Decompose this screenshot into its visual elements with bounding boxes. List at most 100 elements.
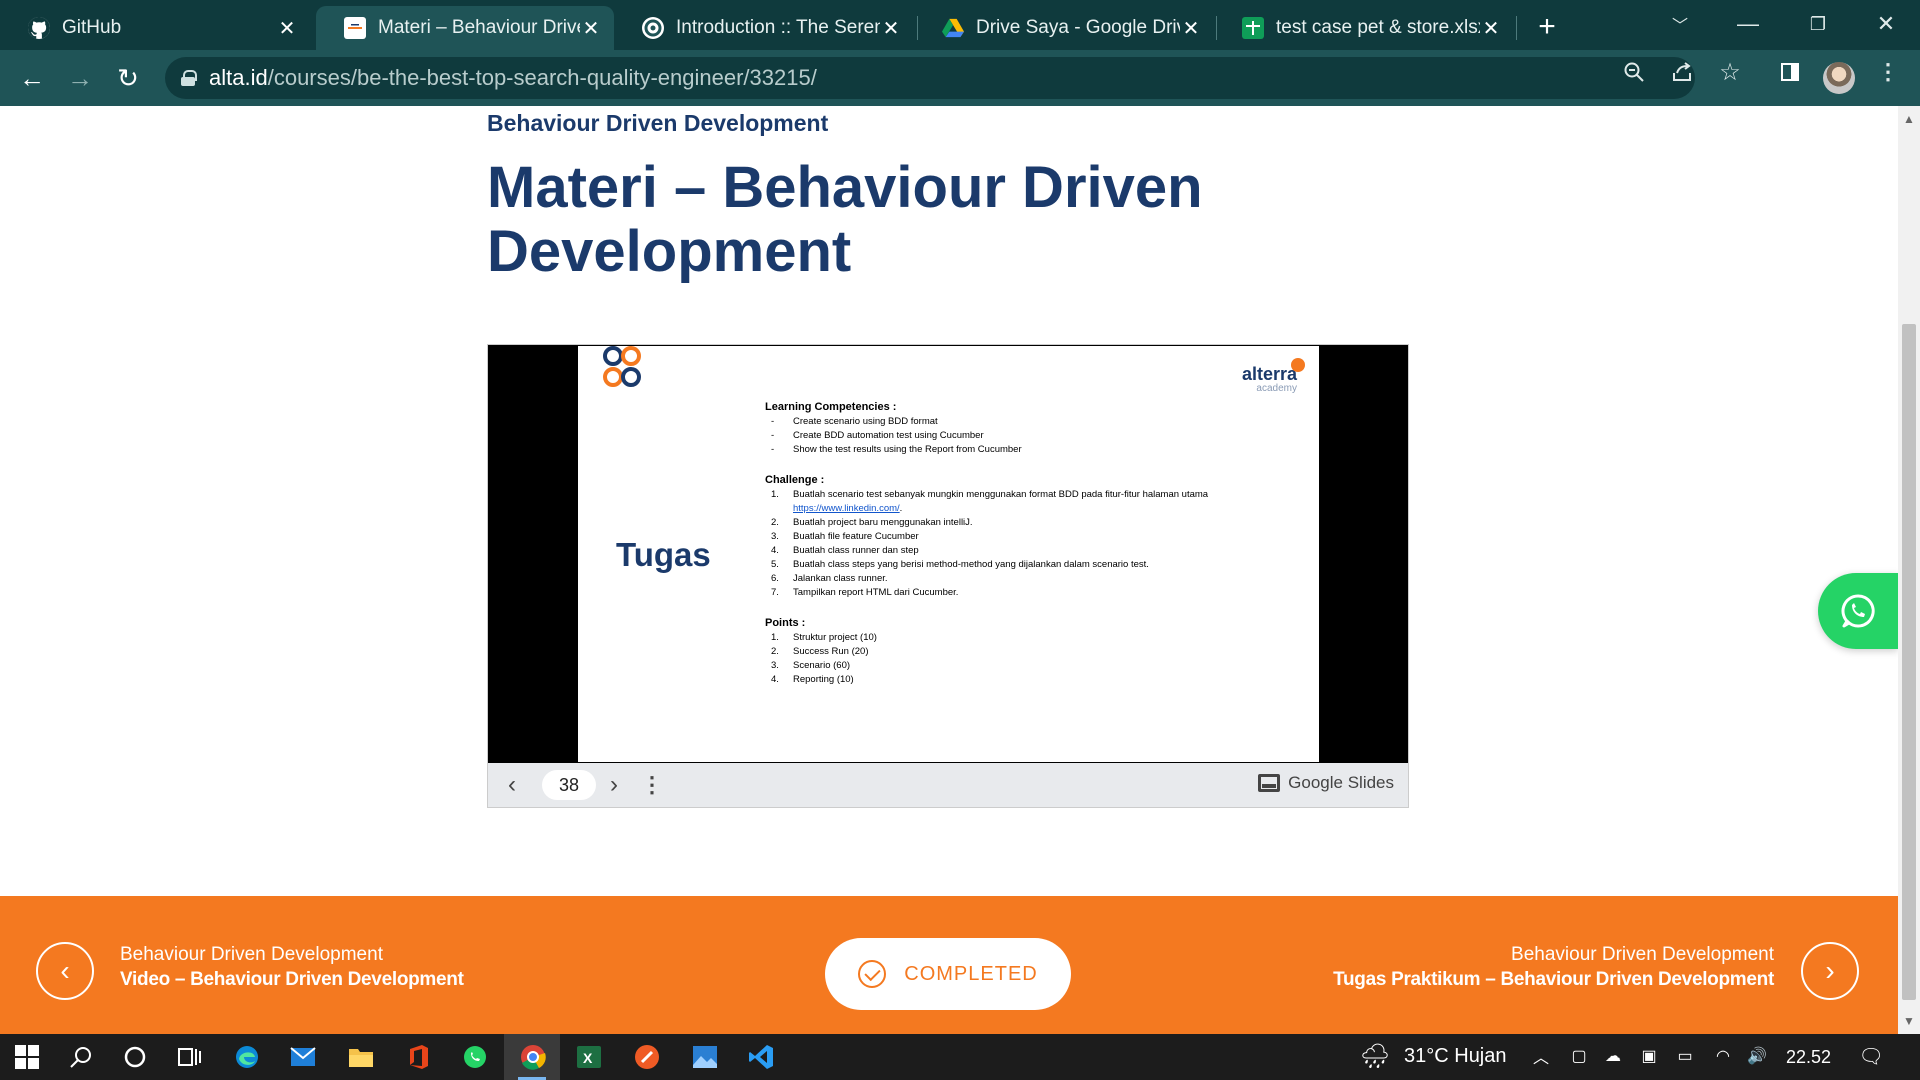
tab-serenity[interactable]: Introduction :: The Serenity BDD ✕ — [614, 6, 914, 50]
list-item: 6. Jalankan class runner. — [771, 573, 888, 584]
slide-heading: Tugas — [616, 536, 711, 573]
windows-start-icon[interactable] — [12, 1042, 42, 1072]
list-item: 3. Scenario (60) — [771, 660, 851, 671]
list-item: 7. Tampilkan report HTML dari Cucumber. — [771, 587, 959, 598]
list-item: - Create scenario using BDD format — [771, 416, 938, 427]
reload-button[interactable]: ↻ — [112, 62, 144, 94]
alterra-logo-icon — [603, 346, 641, 387]
address-bar[interactable]: alta.id/courses/be-the-best-top-search-q… — [165, 57, 1695, 99]
cortana-icon[interactable] — [120, 1042, 150, 1072]
next-lesson-button[interactable]: › — [1801, 942, 1859, 1000]
chrome-icon[interactable] — [518, 1042, 548, 1072]
lesson-navigation-bar: ‹ Behaviour Driven Development Video – B… — [0, 896, 1898, 1034]
meet-now-icon[interactable]: ▢ — [1568, 1045, 1590, 1067]
file-explorer-icon[interactable] — [346, 1042, 376, 1072]
list-item: - Create BDD automation test using Cucumb… — [771, 430, 984, 441]
scroll-up-arrow-icon[interactable]: ▲ — [1902, 112, 1916, 126]
previous-lesson-text[interactable]: Behaviour Driven Development Video – Beh… — [120, 944, 464, 991]
scrollbar-thumb[interactable] — [1902, 324, 1916, 1000]
completed-button[interactable]: COMPLETED — [825, 938, 1071, 1010]
close-icon[interactable]: ✕ — [276, 17, 298, 40]
next-lesson-title: Tugas Praktikum – Behaviour Driven Devel… — [1333, 969, 1774, 990]
menu-kebab-icon[interactable]: ⋮ — [1874, 58, 1902, 86]
search-icon[interactable] — [66, 1042, 96, 1072]
onedrive-icon[interactable]: ☁ — [1602, 1045, 1624, 1067]
google-slides-embed[interactable]: alterra academy Tugas Learning Competenc… — [487, 344, 1409, 808]
weather-text[interactable]: 31°C Hujan — [1404, 1045, 1507, 1068]
list-item: 4. Buatlah class runner dan step — [771, 545, 919, 556]
excel-icon[interactable]: X — [574, 1042, 604, 1072]
slide-page-number[interactable]: 38 — [542, 770, 596, 800]
linkedin-link[interactable]: https://www.linkedin.com/ — [793, 503, 900, 514]
next-lesson-text[interactable]: Behaviour Driven Development Tugas Prakt… — [1333, 944, 1774, 991]
list-item: 2. Success Run (20) — [771, 646, 869, 657]
office-icon[interactable] — [404, 1042, 434, 1072]
mail-icon[interactable] — [288, 1042, 318, 1072]
close-icon[interactable]: ✕ — [580, 17, 602, 40]
tab-title: test case pet & store.xlsx — [1276, 17, 1480, 38]
photos-icon[interactable] — [690, 1042, 720, 1072]
more-options-icon[interactable]: ⋮ — [641, 771, 663, 799]
clock-time[interactable]: 22.52 — [1786, 1047, 1831, 1068]
battery-icon[interactable]: ▭ — [1674, 1045, 1696, 1067]
whatsapp-chat-button[interactable] — [1818, 573, 1898, 649]
serenity-icon — [642, 17, 664, 39]
slide-body: Learning Competencies : - Create scenario… — [765, 400, 1285, 687]
new-tab-button[interactable]: + — [1532, 10, 1562, 43]
tab-search-icon[interactable]: ﹀ — [1660, 6, 1700, 42]
section-title: Behaviour Driven Development — [487, 110, 829, 136]
list-item: 1. Struktur project (10) — [771, 632, 877, 643]
list-item: - Show the test results using the Report … — [771, 444, 1022, 455]
windows-taskbar: X 🌧 31°C Hujan ︿ ▢ ☁ ▣ ▭ ◠ 🔊 22.52 🗨 — [0, 1034, 1920, 1080]
close-icon[interactable]: ✕ — [1180, 17, 1202, 40]
volume-icon[interactable]: 🔊 — [1746, 1045, 1768, 1067]
minimize-button[interactable]: — — [1728, 6, 1768, 42]
previous-slide-button[interactable]: ‹ — [498, 771, 526, 799]
points-title: Points : — [765, 617, 806, 629]
vscode-icon[interactable] — [746, 1042, 776, 1072]
completed-label: COMPLETED — [904, 962, 1038, 985]
share-icon[interactable] — [1668, 58, 1696, 86]
close-window-button[interactable]: ✕ — [1866, 6, 1906, 42]
browser-tab-bar: GitHub ✕ Materi – Behaviour Driven Devel… — [0, 0, 1920, 50]
zoom-icon[interactable] — [1620, 58, 1648, 86]
whatsapp-icon — [1841, 594, 1875, 628]
google-slides-link[interactable]: Google Slides — [1258, 773, 1394, 793]
page-scrollbar[interactable]: ▲ ▼ — [1898, 106, 1920, 1034]
close-icon[interactable]: ✕ — [880, 17, 902, 40]
wifi-icon[interactable]: ◠ — [1712, 1045, 1734, 1067]
notification-icon[interactable]: 🗨 — [1858, 1045, 1883, 1068]
google-slides-icon — [1258, 774, 1281, 792]
chevron-up-icon[interactable]: ︿ — [1530, 1045, 1552, 1067]
restore-button[interactable]: ❐ — [1798, 6, 1838, 42]
task-view-icon[interactable] — [174, 1042, 204, 1072]
brand-name: alterra — [1241, 364, 1297, 384]
edge-icon[interactable] — [232, 1042, 262, 1072]
google-sheets-icon — [1242, 17, 1264, 39]
tab-google-sheets[interactable]: test case pet & store.xlsx ✕ — [1214, 6, 1514, 50]
list-item: 1. Buatlah scenario test sebanyak mungkin… — [771, 489, 1209, 514]
whatsapp-taskbar-icon[interactable] — [460, 1042, 490, 1072]
scroll-down-arrow-icon[interactable]: ▼ — [1902, 1014, 1916, 1028]
previous-lesson-button[interactable]: ‹ — [36, 942, 94, 1000]
bookmark-star-icon[interactable]: ☆ — [1716, 58, 1744, 86]
postman-icon[interactable] — [632, 1042, 662, 1072]
tab-materi[interactable]: Materi – Behaviour Driven Development ✕ — [316, 6, 614, 50]
list-item: 5. Buatlah class steps yang berisi method… — [771, 559, 1149, 570]
list-item: 2. Buatlah project baru menggunakan intel… — [771, 517, 973, 528]
close-icon[interactable]: ✕ — [1480, 17, 1502, 40]
profile-avatar[interactable] — [1823, 62, 1855, 94]
side-panel-icon[interactable] — [1776, 58, 1804, 86]
page-content: Behaviour Driven Development Materi – Be… — [0, 106, 1898, 1034]
tab-github[interactable]: GitHub ✕ — [0, 6, 310, 50]
next-slide-button[interactable]: › — [600, 771, 628, 799]
alterra-icon — [344, 17, 366, 39]
weather-rain-icon[interactable]: 🌧 — [1358, 1043, 1392, 1070]
back-button[interactable]: ← — [16, 62, 48, 94]
tab-title: GitHub — [62, 17, 122, 38]
tab-google-drive[interactable]: Drive Saya - Google Drive ✕ — [914, 6, 1214, 50]
forward-button[interactable]: → — [64, 62, 96, 94]
browser-toolbar: ← → ↻ alta.id/courses/be-the-best-top-se… — [0, 50, 1920, 106]
slide: alterra academy Tugas Learning Competenc… — [578, 346, 1319, 762]
display-icon[interactable]: ▣ — [1638, 1045, 1660, 1067]
